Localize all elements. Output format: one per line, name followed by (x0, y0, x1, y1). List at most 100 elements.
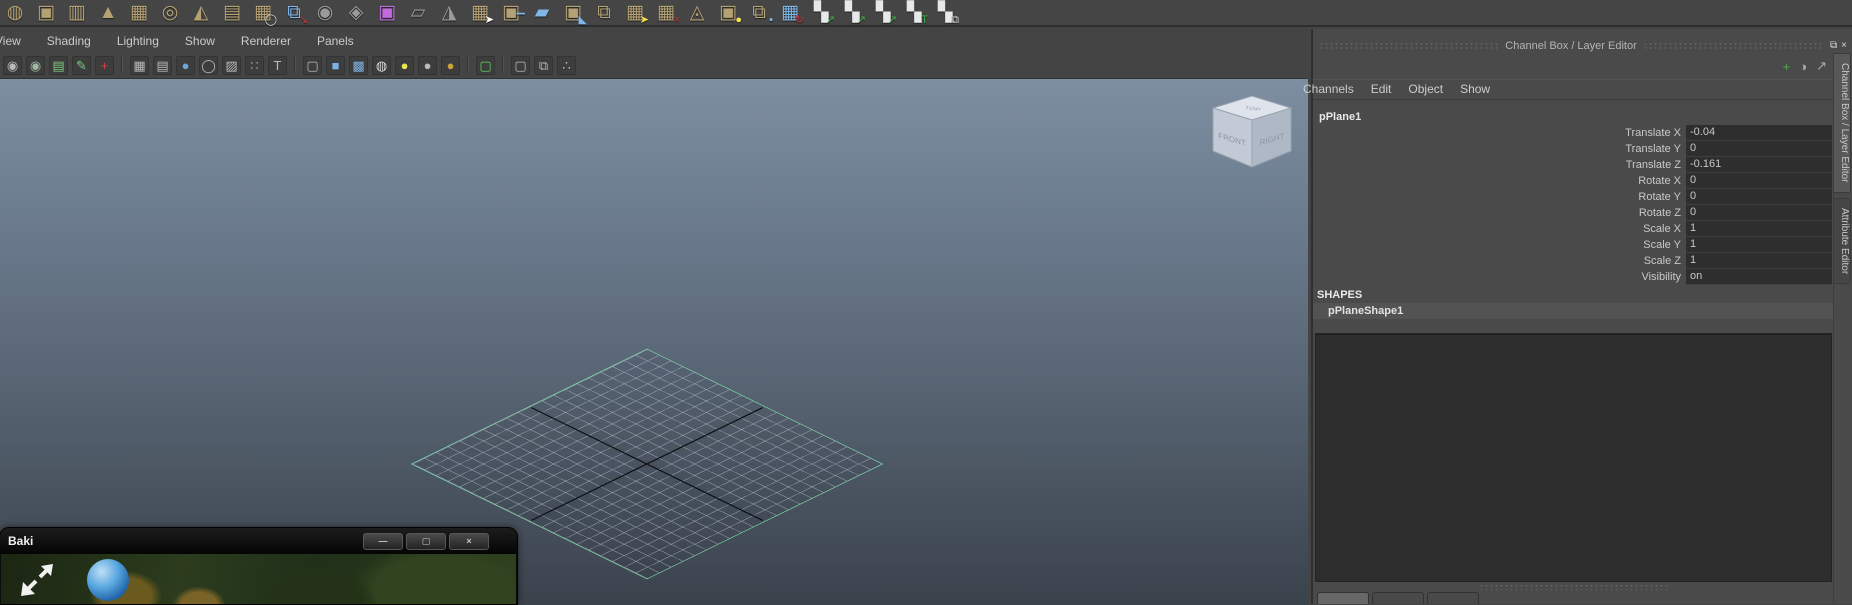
float-panel-icon[interactable]: ⧉ (1829, 40, 1838, 51)
shelf-poly-plane-button[interactable]: ▦ (127, 1, 151, 25)
shelf-append-to-polygon-button[interactable]: ▦➤ (468, 1, 492, 25)
field-chart-icon[interactable]: ∷ (245, 56, 264, 75)
menu-panels[interactable]: Panels (304, 34, 367, 48)
attribute-value-field[interactable]: 1 (1686, 221, 1832, 237)
isolate-view-icon[interactable]: ▢ (511, 56, 530, 75)
shelf-split-polygon-button[interactable]: ⧉ (592, 1, 616, 25)
menu-shading[interactable]: Shading (34, 34, 104, 48)
shelf-poly-pipe-button[interactable]: ▤ (220, 1, 244, 25)
layer-editor-tab-3[interactable] (1427, 592, 1479, 604)
default-light-icon[interactable]: ● (418, 56, 437, 75)
channel-menu-channels[interactable]: Channels (1303, 82, 1354, 96)
display-contrast-icon[interactable]: ◑ (1799, 59, 1807, 74)
baki-minimize-button[interactable]: — (363, 533, 403, 550)
shelf-uv-cylindrical-mapping-button[interactable]: ▚↗ (840, 1, 864, 25)
shelf-uv-planar-mapping-button[interactable]: ▚↗ (809, 1, 833, 25)
shelf-smooth-mesh-button[interactable]: ▦↻ (778, 1, 802, 25)
shelf-poly-sphere-button[interactable]: ◍ (3, 1, 27, 25)
isolate-selected-icon[interactable]: ⧉ (534, 56, 553, 75)
ambient-light-icon[interactable]: ● (395, 56, 414, 75)
perspective-viewport[interactable]: TOP FRONT RIGHT (0, 78, 1308, 605)
grid-icon[interactable]: ▦ (130, 56, 149, 75)
close-panel-icon[interactable]: × (1840, 40, 1848, 51)
shelf-smooth-proxy-button[interactable]: ▣ (375, 1, 399, 25)
center-of-interest-icon[interactable]: + (95, 56, 114, 75)
shelf-merge-vertices-button[interactable]: ▣● (716, 1, 740, 25)
object-name[interactable]: pPlane1 (1313, 109, 1835, 125)
channel-menu-show[interactable]: Show (1460, 82, 1490, 96)
attribute-value-field[interactable]: 0 (1686, 205, 1832, 221)
image-plane-icon[interactable]: ✎ (72, 56, 91, 75)
select-arrow-icon[interactable]: ↗ (1816, 58, 1827, 74)
tab-channel-box-layer-editor[interactable]: Channel Box / Layer Editor (1834, 53, 1851, 193)
attribute-value-field[interactable]: -0.161 (1686, 157, 1832, 173)
shelf-extrude-face-button[interactable]: ▣▔ (499, 1, 523, 25)
gate-mask-icon[interactable]: ▨ (222, 56, 241, 75)
shelf-poly-torus-button[interactable]: ◎ (158, 1, 182, 25)
shape-name[interactable]: pPlaneShape1 (1313, 303, 1835, 319)
attribute-rows: Translate X-0.04Translate Y0Translate Z-… (1313, 125, 1835, 285)
film-gate-icon[interactable]: ▤ (153, 56, 172, 75)
layer-editor-splitter[interactable] (1313, 582, 1835, 592)
menu-view[interactable]: View (0, 34, 34, 48)
shelf-poly-cylinder-button[interactable]: ▥ (65, 1, 89, 25)
channel-menu-edit[interactable]: Edit (1371, 82, 1392, 96)
shelf-uv-texture-editor-button[interactable]: ▚⧉ (933, 1, 957, 25)
shelf-duplicate-face-button[interactable]: ⧉▪ (747, 1, 771, 25)
baki-close-button[interactable]: × (449, 533, 489, 550)
shelf-poly-separate-button[interactable]: ◉ (313, 1, 337, 25)
layer-editor-tab-1[interactable] (1317, 592, 1369, 604)
shelf-poly-cone-button[interactable]: ▲ (96, 1, 120, 25)
object-selection-icon[interactable]: ▢ (476, 56, 495, 75)
shelf-offset-edge-loop-button[interactable]: ▦× (654, 1, 678, 25)
attribute-value-field[interactable]: 1 (1686, 253, 1832, 269)
attribute-value-field[interactable]: on (1686, 269, 1832, 285)
textured-icon[interactable]: ▩ (349, 56, 368, 75)
channel-menu-object[interactable]: Object (1408, 82, 1443, 96)
channel-box-titlebar[interactable]: Channel Box / Layer Editor ⧉× (1315, 38, 1852, 53)
menu-lighting[interactable]: Lighting (104, 34, 172, 48)
menu-renderer[interactable]: Renderer (228, 34, 304, 48)
shelf-poly-cube-button[interactable]: ▣ (34, 1, 58, 25)
shelf-poly-combine-button[interactable]: ⧉↘ (282, 1, 306, 25)
shelf-poly-pyramid-button[interactable]: ◭ (189, 1, 213, 25)
shelf-sculpt-geometry-button[interactable]: ▦◯ (251, 1, 275, 25)
baki-maximize-button[interactable]: ▢ (406, 533, 446, 550)
panel-menubar: ViewShadingLightingShowRendererPanels (0, 29, 1311, 52)
safe-title-icon[interactable]: T (268, 56, 287, 75)
shelf-poly-fold-button[interactable]: ▱ (406, 1, 430, 25)
baki-video-content[interactable] (1, 554, 516, 604)
select-camera-icon[interactable]: ◉ (3, 56, 22, 75)
shelf-add-divisions-button[interactable]: ◬ (685, 1, 709, 25)
baki-titlebar[interactable]: Baki —▢× (0, 528, 517, 554)
shaded-display-icon[interactable]: ● (176, 56, 195, 75)
no-lights-icon[interactable]: ● (441, 56, 460, 75)
shelf-bridge-edge-button[interactable]: ▰ (530, 1, 554, 25)
layer-editor-tab-2[interactable] (1372, 592, 1424, 604)
smooth-shade-icon[interactable]: ■ (326, 56, 345, 75)
viewport-connections-icon[interactable]: ∴ (557, 56, 576, 75)
shelf-poly-triangulate-button[interactable]: ◮ (437, 1, 461, 25)
bevel-accent-icon: ◣ (579, 15, 587, 26)
attribute-value-field[interactable]: -0.04 (1686, 125, 1832, 141)
shelf-uv-spherical-mapping-button[interactable]: ▚↗ (871, 1, 895, 25)
shelf-poly-extract-button[interactable]: ◈ (344, 1, 368, 25)
shelf-uv-automatic-mapping-button[interactable]: ▚T (902, 1, 926, 25)
viewport-toolbar: ◉◉▤✎+▦▤●◯▨∷T▢■▩◍●●●▢▢⧉∴ (0, 52, 1311, 78)
attribute-value-field[interactable]: 0 (1686, 141, 1832, 157)
attribute-value-field[interactable]: 1 (1686, 237, 1832, 253)
shelf-bevel-button[interactable]: ▣◣ (561, 1, 585, 25)
view-cube[interactable]: TOP FRONT RIGHT (1207, 93, 1297, 171)
resolution-gate-icon[interactable]: ◯ (199, 56, 218, 75)
shelf-insert-edge-loop-button[interactable]: ▦➤ (623, 1, 647, 25)
camera-attributes-icon[interactable]: ◉ (26, 56, 45, 75)
attribute-value-field[interactable]: 0 (1686, 173, 1832, 189)
menu-show[interactable]: Show (172, 34, 228, 48)
tab-attribute-editor[interactable]: Attribute Editor (1834, 198, 1851, 284)
move-manipulator-icon[interactable]: + (1783, 59, 1791, 74)
bookmarks-icon[interactable]: ▤ (49, 56, 68, 75)
layer-list-area[interactable] (1315, 333, 1832, 582)
wireframe-icon[interactable]: ▢ (303, 56, 322, 75)
attribute-value-field[interactable]: 0 (1686, 189, 1832, 205)
use-all-lights-icon[interactable]: ◍ (372, 56, 391, 75)
